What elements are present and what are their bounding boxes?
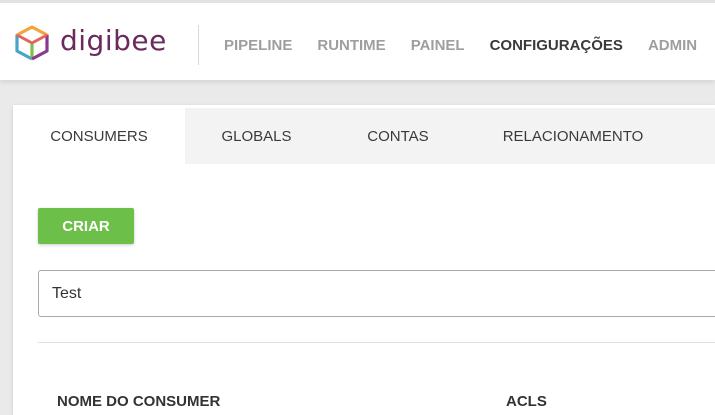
- column-header-consumer-name[interactable]: NOME DO CONSUMER: [57, 393, 220, 410]
- digibee-cube-icon: [15, 25, 49, 61]
- create-button[interactable]: CRIAR: [38, 208, 134, 244]
- nav-item-pipeline[interactable]: PIPELINE: [224, 37, 292, 54]
- tab-consumers[interactable]: CONSUMERS: [13, 108, 185, 164]
- nav-divider: [198, 25, 199, 65]
- search-input[interactable]: [38, 270, 715, 317]
- settings-tabs: CONSUMERS GLOBALS CONTAS RELACIONAMENTO: [13, 108, 715, 164]
- divider: [38, 342, 715, 343]
- main-nav: PIPELINE RUNTIME PAINEL CONFIGURAÇÕES AD…: [224, 37, 715, 54]
- nav-item-painel[interactable]: PAINEL: [411, 37, 465, 54]
- top-navigation-bar: digibee PIPELINE RUNTIME PAINEL CONFIGUR…: [0, 0, 715, 80]
- brand-logo[interactable]: digibee: [12, 22, 167, 64]
- tab-relacionamento[interactable]: RELACIONAMENTO: [468, 108, 678, 164]
- column-header-acls[interactable]: ACLS: [506, 393, 547, 410]
- tab-contas[interactable]: CONTAS: [328, 108, 468, 164]
- brand-name: digibee: [60, 23, 167, 57]
- nav-item-admin[interactable]: ADMIN: [648, 37, 697, 54]
- tab-globals[interactable]: GLOBALS: [185, 108, 328, 164]
- nav-item-configuracoes[interactable]: CONFIGURAÇÕES: [490, 37, 623, 54]
- settings-panel: CONSUMERS GLOBALS CONTAS RELACIONAMENTO …: [13, 105, 715, 415]
- nav-item-runtime[interactable]: RUNTIME: [317, 37, 385, 54]
